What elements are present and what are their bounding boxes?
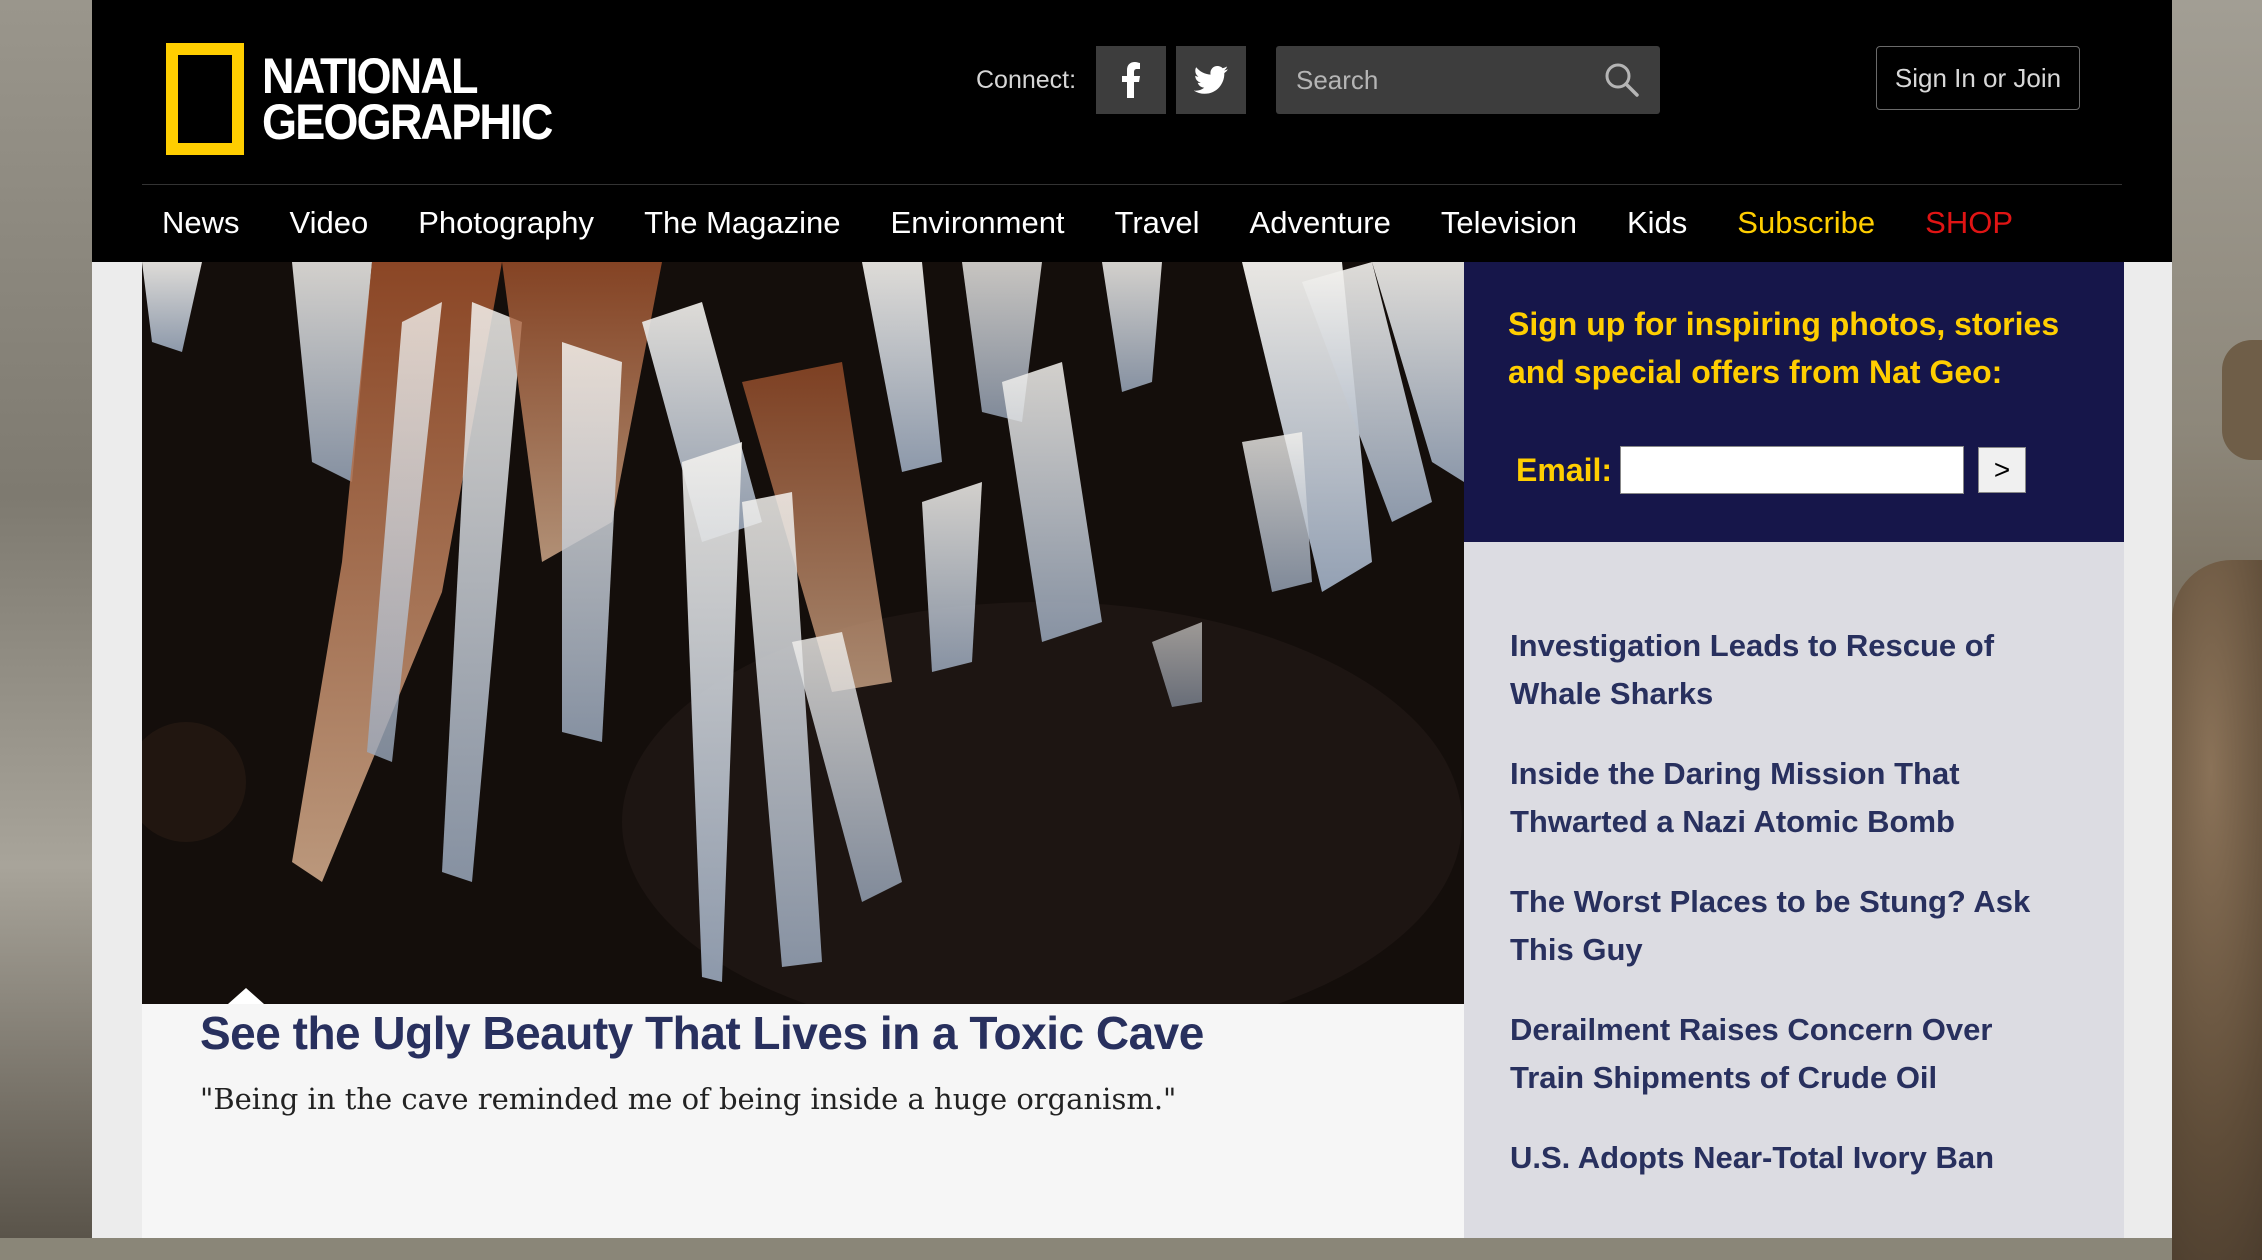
social-connect: Connect: xyxy=(976,46,1247,114)
nav-divider xyxy=(142,184,2122,185)
nav-item-environment[interactable]: Environment xyxy=(891,205,1065,241)
headline-link[interactable]: The Worst Places to be Stung? Ask This G… xyxy=(1510,878,2070,974)
site-header: NATIONAL GEOGRAPHIC Connect: Search Sign… xyxy=(92,0,2172,262)
page-container: NATIONAL GEOGRAPHIC Connect: Search Sign… xyxy=(92,0,2172,1238)
facebook-button[interactable] xyxy=(1096,46,1167,114)
headline-link[interactable]: Investigation Leads to Rescue of Whale S… xyxy=(1510,622,2070,718)
nav-item-adventure[interactable]: Adventure xyxy=(1250,205,1391,241)
search-box[interactable] xyxy=(1276,46,1660,114)
twitter-button[interactable] xyxy=(1176,46,1247,114)
newsletter-signup: Sign up for inspiring photos, stories an… xyxy=(1464,262,2124,542)
nav-item-television[interactable]: Television xyxy=(1441,205,1577,241)
natgeo-logo[interactable]: NATIONAL GEOGRAPHIC xyxy=(166,43,584,155)
hero-pointer xyxy=(228,988,264,1004)
nav-item-kids[interactable]: Kids xyxy=(1627,205,1687,241)
nav-item-shop[interactable]: SHOP xyxy=(1925,205,2013,241)
feature-title[interactable]: See the Ugly Beauty That Lives in a Toxi… xyxy=(200,1004,1204,1062)
headline-link[interactable]: Inside the Daring Mission That Thwarted … xyxy=(1510,750,2070,846)
headline-link[interactable]: Derailment Raises Concern Over Train Shi… xyxy=(1510,1006,2070,1102)
nav-item-magazine[interactable]: The Magazine xyxy=(644,205,840,241)
email-submit-button[interactable]: > xyxy=(1978,447,2027,493)
signup-text: Sign up for inspiring photos, stories an… xyxy=(1508,306,2060,390)
feature-caption: See the Ugly Beauty That Lives in a Toxi… xyxy=(142,1004,1464,1238)
logo-line-2: GEOGRAPHIC xyxy=(262,94,553,150)
nav-item-subscribe[interactable]: Subscribe xyxy=(1737,205,1875,241)
nav-item-photography[interactable]: Photography xyxy=(418,205,594,241)
nav-item-travel[interactable]: Travel xyxy=(1115,205,1200,241)
yellow-border-icon xyxy=(166,43,244,155)
nav-item-video[interactable]: Video xyxy=(290,205,369,241)
background-animal-ear xyxy=(2222,340,2262,460)
background-photo-right xyxy=(2172,0,2262,1260)
search-input[interactable] xyxy=(1276,63,1608,97)
nav-item-news[interactable]: News xyxy=(162,205,240,241)
crystal-illustration xyxy=(142,262,1464,1004)
feature-subtitle: "Being in the cave reminded me of being … xyxy=(200,1082,1177,1116)
email-form: Email: > xyxy=(1516,446,2027,494)
connect-label: Connect: xyxy=(976,65,1077,94)
background-photo-left xyxy=(0,0,92,1238)
feature-image[interactable] xyxy=(142,262,1464,1004)
logo-wordmark: NATIONAL GEOGRAPHIC xyxy=(262,48,553,150)
search-icon[interactable] xyxy=(1604,62,1640,98)
headline-link[interactable]: U.S. Adopts Near-Total Ivory Ban xyxy=(1510,1134,2070,1182)
email-input[interactable] xyxy=(1620,446,1965,494)
background-animal xyxy=(2172,560,2262,1260)
main-nav: News Video Photography The Magazine Envi… xyxy=(162,196,2063,250)
email-label: Email: xyxy=(1516,451,1613,488)
twitter-icon xyxy=(1194,66,1229,94)
facebook-icon xyxy=(1122,62,1141,98)
sign-in-button[interactable]: Sign In or Join xyxy=(1876,46,2080,110)
logo-line-1: NATIONAL xyxy=(262,48,479,104)
headline-list: Investigation Leads to Rescue of Whale S… xyxy=(1464,542,2124,1238)
